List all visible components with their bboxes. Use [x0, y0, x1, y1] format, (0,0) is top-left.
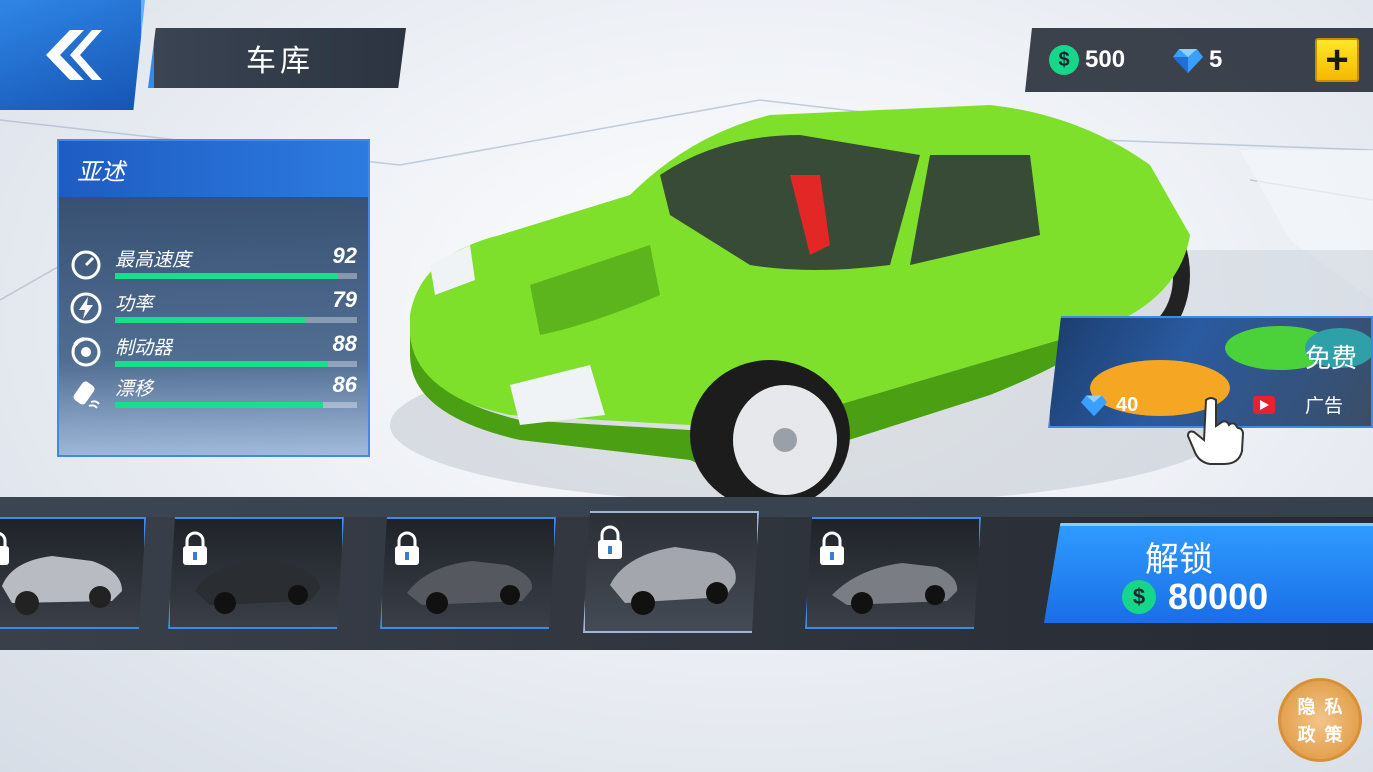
diamond-icon: [1081, 395, 1107, 417]
stat-bar-fill: [115, 273, 338, 279]
page-title-text: 车库: [246, 44, 314, 79]
lock-icon: [598, 525, 622, 559]
unlock-price: $ 80000: [1122, 576, 1268, 618]
stat-row-power: 功率 79: [69, 287, 359, 329]
speedometer-icon: [71, 250, 101, 280]
stat-bar-fill: [115, 361, 328, 367]
privacy-char: 策: [1324, 725, 1343, 746]
stat-label: 制动器: [115, 337, 173, 359]
car-thumb-4-selected[interactable]: [583, 511, 759, 633]
ad-gem-amount: 40: [1116, 393, 1139, 416]
lock-icon: [820, 531, 844, 565]
add-currency-button[interactable]: +: [1315, 38, 1359, 82]
back-button[interactable]: [0, 0, 145, 110]
car-thumb-5[interactable]: [805, 517, 981, 629]
stat-label: 最高速度: [115, 249, 192, 271]
car-stats-panel: 亚述 最高速度 92 功率 79 制动器 88 漂移 86: [57, 139, 370, 457]
lightning-icon: [70, 292, 102, 324]
privacy-policy-button[interactable]: 隐 私 政 策: [1278, 678, 1362, 762]
cash-coin-icon: $: [1122, 580, 1156, 614]
stat-bar: [115, 317, 357, 323]
cash-amount: 500: [1085, 46, 1126, 73]
lock-icon: [395, 531, 419, 565]
plus-icon: +: [1325, 38, 1349, 82]
stat-row-top-speed: 最高速度 92: [69, 243, 359, 285]
car-silhouette-icon: [2, 556, 122, 615]
unlock-label: 解锁: [1145, 540, 1213, 580]
ad-label-text: 广告: [1304, 395, 1343, 417]
stat-bar-fill: [115, 402, 324, 408]
stat-bar: [115, 273, 357, 279]
double-chevron-left-icon: [45, 30, 102, 80]
gem-amount: 5: [1209, 46, 1223, 73]
ad-gem-reward: 40: [1080, 392, 1138, 418]
page-title: 车库: [148, 28, 406, 88]
stat-value: 92: [332, 243, 357, 268]
stat-value: 79: [332, 287, 357, 312]
stat-bar-fill: [115, 317, 307, 323]
diamond-icon: [1173, 49, 1204, 73]
car-name: 亚述: [59, 141, 368, 197]
stat-row-drift: 漂移 86: [69, 372, 359, 414]
privacy-char: 隐: [1297, 697, 1316, 718]
ad-label: 广告: [1252, 391, 1343, 418]
cash-coin-icon: $: [1049, 45, 1079, 75]
privacy-char: 政: [1297, 725, 1316, 746]
car-name-text: 亚述: [77, 157, 125, 186]
stat-bar: [115, 361, 357, 367]
unlock-button[interactable]: 解锁 $ 80000: [1044, 523, 1373, 623]
pointer-hand-icon: [1186, 397, 1244, 465]
stat-label: 功率: [115, 293, 154, 315]
drift-car-icon: [73, 381, 100, 409]
ad-free-label: 免费: [1304, 344, 1357, 374]
stat-bar: [115, 402, 357, 408]
video-play-icon: [1252, 395, 1275, 414]
brake-disc-icon: [71, 337, 101, 367]
currency-bar: $ 500 5 +: [1025, 28, 1373, 92]
privacy-char: 私: [1324, 697, 1343, 718]
car-thumb-3[interactable]: [380, 517, 556, 629]
car-thumb-1[interactable]: [0, 517, 146, 629]
car-thumb-2[interactable]: [168, 517, 344, 629]
lock-icon: [183, 531, 207, 565]
lock-icon: [0, 531, 9, 565]
car-model[interactable]: [390, 95, 1210, 515]
stat-label: 漂移: [115, 378, 154, 400]
stat-value: 86: [332, 372, 357, 397]
stat-value: 88: [332, 331, 357, 356]
unlock-price-amount: 80000: [1168, 576, 1269, 617]
stat-row-brakes: 制动器 88: [69, 331, 359, 373]
